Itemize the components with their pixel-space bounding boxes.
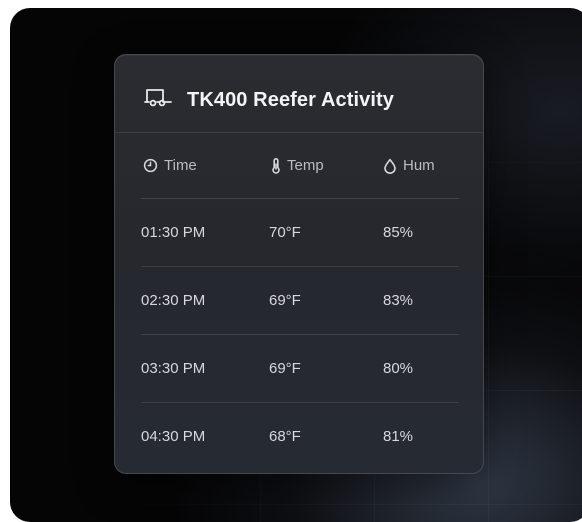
column-label: Hum: [403, 157, 435, 174]
table-row: 01:30 PM 70°F 85%: [141, 199, 459, 267]
cell-hum: 83%: [383, 292, 414, 309]
reefer-activity-card: TK400 Reefer Activity Time Temp Hum 01:3…: [114, 54, 484, 474]
droplet-icon: [383, 158, 397, 174]
column-label: Temp: [287, 157, 324, 174]
column-header-hum: Hum: [383, 157, 435, 174]
cell-temp: 69°F: [269, 360, 301, 377]
trailer-icon: [143, 87, 173, 109]
table-row: 03:30 PM 69°F 80%: [141, 335, 459, 403]
cell-hum: 85%: [383, 224, 414, 241]
cell-time: 04:30 PM: [141, 428, 206, 445]
table-row: 04:30 PM 68°F 81%: [141, 403, 459, 470]
table-header: Time Temp Hum: [141, 133, 459, 199]
cell-time: 01:30 PM: [141, 224, 206, 241]
column-label: Time: [164, 157, 197, 174]
thermometer-icon: [271, 157, 281, 174]
table-row: 02:30 PM 69°F 83%: [141, 267, 459, 335]
card-header: TK400 Reefer Activity: [115, 55, 483, 133]
cell-time: 02:30 PM: [141, 292, 206, 309]
cell-temp: 70°F: [269, 224, 301, 241]
cell-hum: 81%: [383, 428, 414, 445]
column-header-temp: Temp: [271, 157, 324, 174]
cell-temp: 69°F: [269, 292, 301, 309]
clock-icon: [143, 158, 158, 173]
cell-hum: 80%: [383, 360, 414, 377]
background-canvas: TK400 Reefer Activity Time Temp Hum 01:3…: [10, 8, 582, 522]
cell-time: 03:30 PM: [141, 360, 206, 377]
activity-table: Time Temp Hum 01:30 PM 70°F 85% 02:30 PM…: [141, 133, 459, 470]
card-title: TK400 Reefer Activity: [187, 89, 395, 111]
cell-temp: 68°F: [269, 428, 301, 445]
column-header-time: Time: [143, 157, 197, 174]
